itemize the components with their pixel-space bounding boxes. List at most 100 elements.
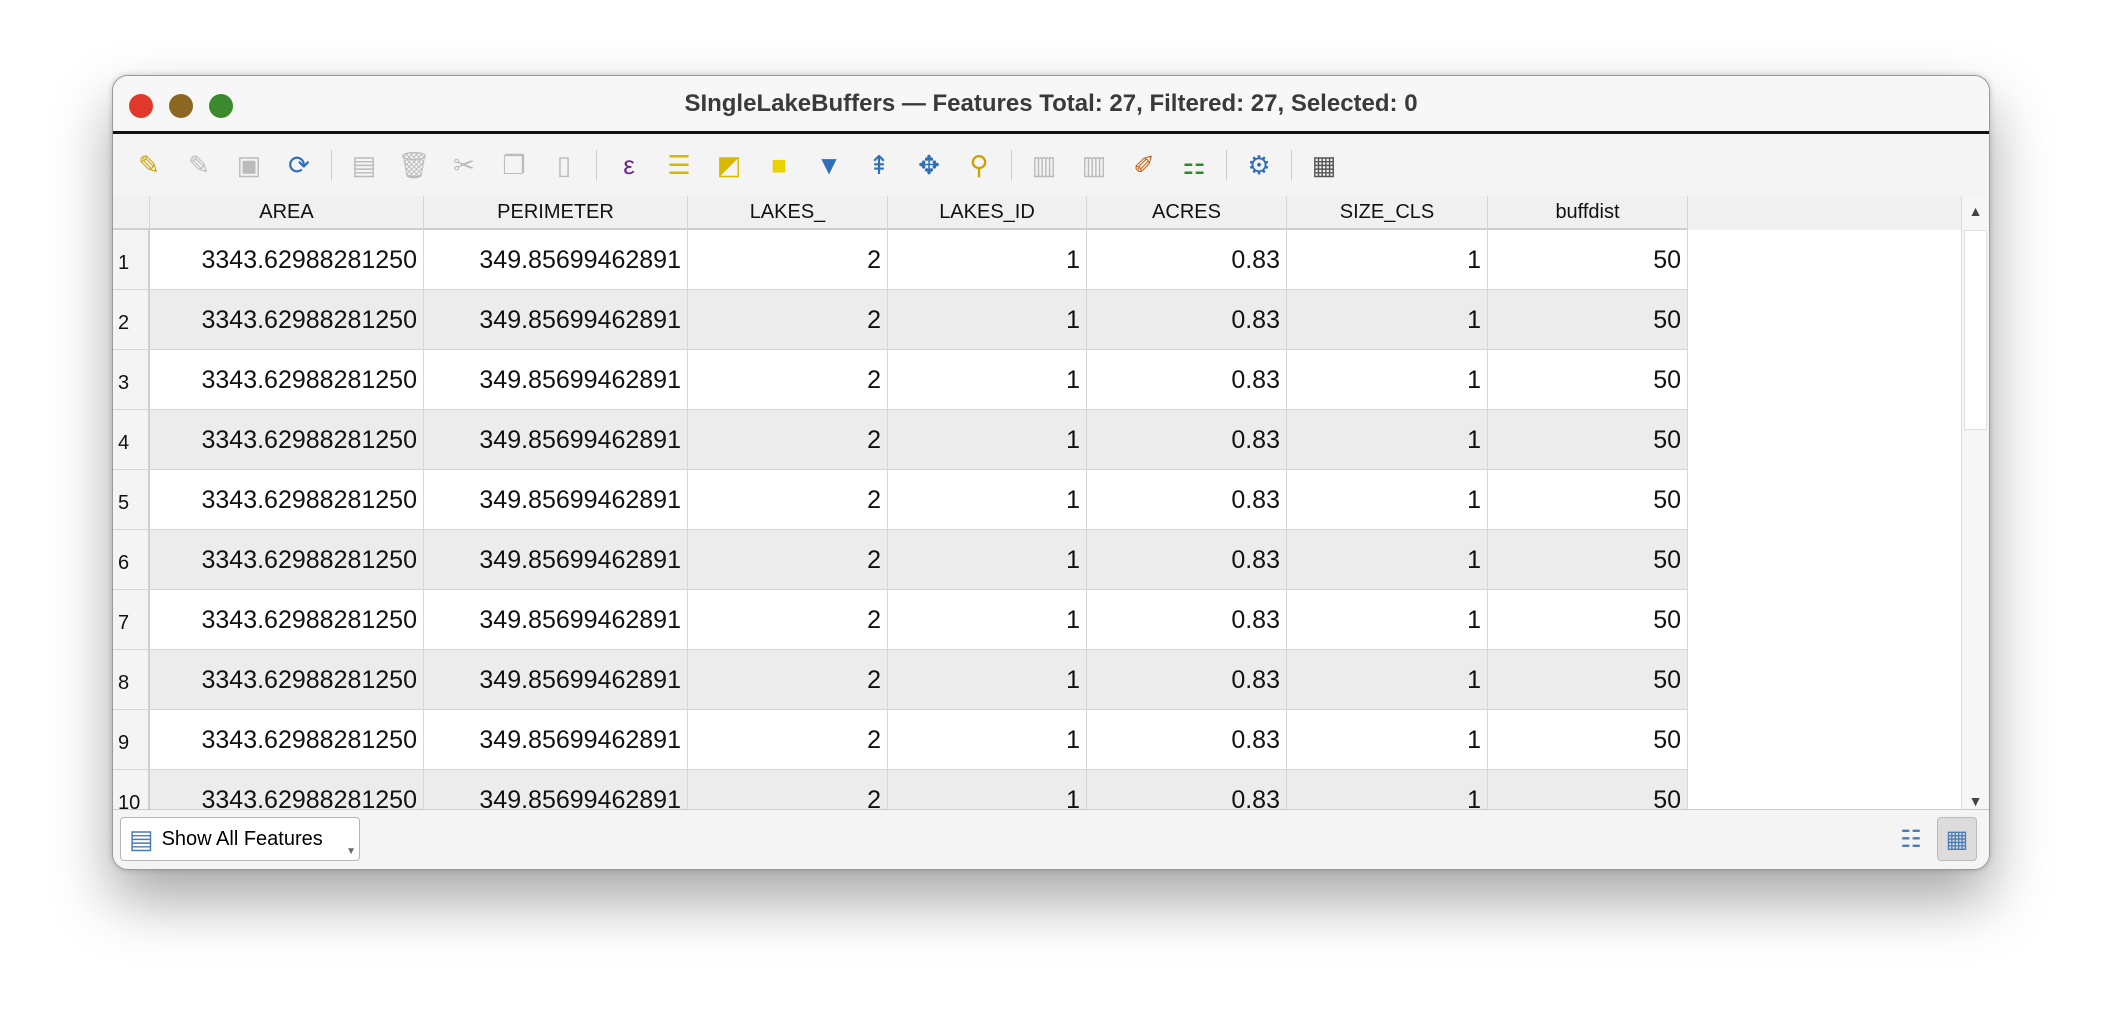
scrollbar-thumb[interactable] — [1964, 230, 1987, 430]
column-header[interactable]: PERIMETER — [424, 196, 688, 230]
table-row[interactable]: 3 3343.62988281250 349.85699462891 2 1 0.83 1 5… — [113, 350, 1961, 410]
delete-field-button[interactable]: ▥ — [1072, 143, 1116, 187]
table-view-button[interactable]: ▦ — [1937, 817, 1977, 861]
table-cell[interactable]: 1 — [1287, 710, 1488, 770]
table-cell[interactable]: 349.85699462891 — [424, 230, 688, 290]
column-header[interactable]: LAKES_ID — [888, 196, 1087, 230]
table-cell[interactable]: 50 — [1488, 410, 1688, 470]
table-cell[interactable]: 1 — [888, 470, 1087, 530]
table-cell[interactable]: 2 — [688, 710, 888, 770]
filter-button[interactable]: ▼ — [807, 143, 851, 187]
invert-selection-button[interactable]: ◩ — [707, 143, 751, 187]
table-cell[interactable]: 0.83 — [1087, 350, 1287, 410]
table-cell[interactable]: 1 — [1287, 470, 1488, 530]
table-cell[interactable]: 349.85699462891 — [424, 590, 688, 650]
table-cell[interactable]: 349.85699462891 — [424, 350, 688, 410]
table-cell[interactable]: 349.85699462891 — [424, 650, 688, 710]
table-cell[interactable]: 1 — [888, 350, 1087, 410]
table-row[interactable]: 5 3343.62988281250 349.85699462891 2 1 0.83 1 5… — [113, 470, 1961, 530]
column-header[interactable]: buffdist — [1488, 196, 1688, 230]
table-cell[interactable]: 1 — [888, 530, 1087, 590]
table-cell[interactable]: 50 — [1488, 530, 1688, 590]
delete-feature-button[interactable]: 🗑 — [392, 143, 436, 187]
multi-edit-button[interactable]: ✎ — [177, 143, 221, 187]
zoom-to-selection-button[interactable]: ⚲ — [957, 143, 1001, 187]
table-cell[interactable]: 1 — [1287, 770, 1488, 809]
table-cell[interactable]: 50 — [1488, 710, 1688, 770]
table-cell[interactable]: 2 — [688, 590, 888, 650]
close-button[interactable] — [129, 94, 153, 118]
table-cell[interactable]: 1 — [888, 710, 1087, 770]
table-cell[interactable]: 1 — [1287, 650, 1488, 710]
table-cell[interactable]: 0.83 — [1087, 290, 1287, 350]
new-field-button[interactable]: ▥ — [1022, 143, 1066, 187]
row-header[interactable]: 5 — [113, 470, 150, 530]
table-cell[interactable]: 3343.62988281250 — [150, 650, 424, 710]
table-cell[interactable]: 0.83 — [1087, 650, 1287, 710]
table-cell[interactable]: 2 — [688, 230, 888, 290]
table-cell[interactable]: 1 — [1287, 590, 1488, 650]
table-cell[interactable]: 1 — [888, 410, 1087, 470]
row-header[interactable]: 8 — [113, 650, 150, 710]
table-row[interactable]: 10 3343.62988281250 349.85699462891 2 1 0.83 1… — [113, 770, 1961, 809]
attribute-table[interactable]: AREA PERIMETER LAKES_ LAKES_ID ACRES SIZE_CLS… — [113, 196, 1961, 809]
cut-button[interactable]: ✂ — [442, 143, 486, 187]
table-cell[interactable]: 2 — [688, 470, 888, 530]
table-cell[interactable]: 3343.62988281250 — [150, 230, 424, 290]
table-cell[interactable]: 50 — [1488, 470, 1688, 530]
table-cell[interactable]: 1 — [1287, 410, 1488, 470]
table-cell[interactable]: 0.83 — [1087, 770, 1287, 809]
table-cell[interactable]: 3343.62988281250 — [150, 470, 424, 530]
table-cell[interactable]: 1 — [888, 650, 1087, 710]
table-row[interactable]: 9 3343.62988281250 349.85699462891 2 1 0.83 1 5… — [113, 710, 1961, 770]
row-header[interactable]: 3 — [113, 350, 150, 410]
actions-button[interactable]: ⚙ — [1237, 143, 1281, 187]
show-features-dropdown[interactable]: ▤ Show All Features ▼ — [120, 817, 360, 861]
table-cell[interactable]: 2 — [688, 650, 888, 710]
table-cell[interactable]: 3343.62988281250 — [150, 350, 424, 410]
reload-button[interactable]: ⟳ — [277, 143, 321, 187]
row-header[interactable]: 6 — [113, 530, 150, 590]
table-cell[interactable]: 0.83 — [1087, 470, 1287, 530]
column-header[interactable]: ACRES — [1087, 196, 1287, 230]
field-calculator-button[interactable]: ✐ — [1122, 143, 1166, 187]
table-cell[interactable]: 50 — [1488, 230, 1688, 290]
vertical-scrollbar[interactable]: ▲ ▼ — [1961, 196, 1989, 809]
copy-button[interactable]: ❐ — [492, 143, 536, 187]
scroll-down-icon[interactable]: ▼ — [1962, 793, 1989, 809]
table-cell[interactable]: 3343.62988281250 — [150, 710, 424, 770]
table-cell[interactable]: 2 — [688, 290, 888, 350]
table-row[interactable]: 2 3343.62988281250 349.85699462891 2 1 0.83 1 5… — [113, 290, 1961, 350]
table-cell[interactable]: 50 — [1488, 650, 1688, 710]
table-cell[interactable]: 349.85699462891 — [424, 530, 688, 590]
table-cell[interactable]: 3343.62988281250 — [150, 410, 424, 470]
pencil-button[interactable]: ✎ — [127, 143, 171, 187]
table-cell[interactable]: 0.83 — [1087, 710, 1287, 770]
table-cell[interactable]: 3343.62988281250 — [150, 770, 424, 809]
row-header[interactable]: 10 — [113, 770, 150, 809]
table-cell[interactable]: 349.85699462891 — [424, 470, 688, 530]
table-row[interactable]: 7 3343.62988281250 349.85699462891 2 1 0.83 1 5… — [113, 590, 1961, 650]
table-cell[interactable]: 2 — [688, 410, 888, 470]
table-cell[interactable]: 0.83 — [1087, 590, 1287, 650]
column-header[interactable]: AREA — [150, 196, 424, 230]
table-row[interactable]: 8 3343.62988281250 349.85699462891 2 1 0.83 1 5… — [113, 650, 1961, 710]
row-header[interactable]: 1 — [113, 230, 150, 290]
table-cell[interactable]: 349.85699462891 — [424, 710, 688, 770]
table-row[interactable]: 6 3343.62988281250 349.85699462891 2 1 0.83 1 5… — [113, 530, 1961, 590]
table-cell[interactable]: 0.83 — [1087, 410, 1287, 470]
table-cell[interactable]: 2 — [688, 770, 888, 809]
corner-header[interactable] — [113, 196, 150, 230]
minimize-button[interactable] — [169, 94, 193, 118]
table-row[interactable]: 1 3343.62988281250 349.85699462891 2 1 0.83 1 5… — [113, 230, 1961, 290]
table-cell[interactable]: 2 — [688, 350, 888, 410]
select-all-button[interactable]: ☰ — [657, 143, 701, 187]
table-cell[interactable]: 1 — [888, 290, 1087, 350]
table-cell[interactable]: 0.83 — [1087, 530, 1287, 590]
table-cell[interactable]: 3343.62988281250 — [150, 530, 424, 590]
form-view-button[interactable]: ☷ — [1891, 817, 1931, 861]
table-cell[interactable]: 349.85699462891 — [424, 410, 688, 470]
table-cell[interactable]: 50 — [1488, 350, 1688, 410]
conditional-format-button[interactable]: ⚏ — [1172, 143, 1216, 187]
dock-button[interactable]: ▦ — [1302, 143, 1346, 187]
